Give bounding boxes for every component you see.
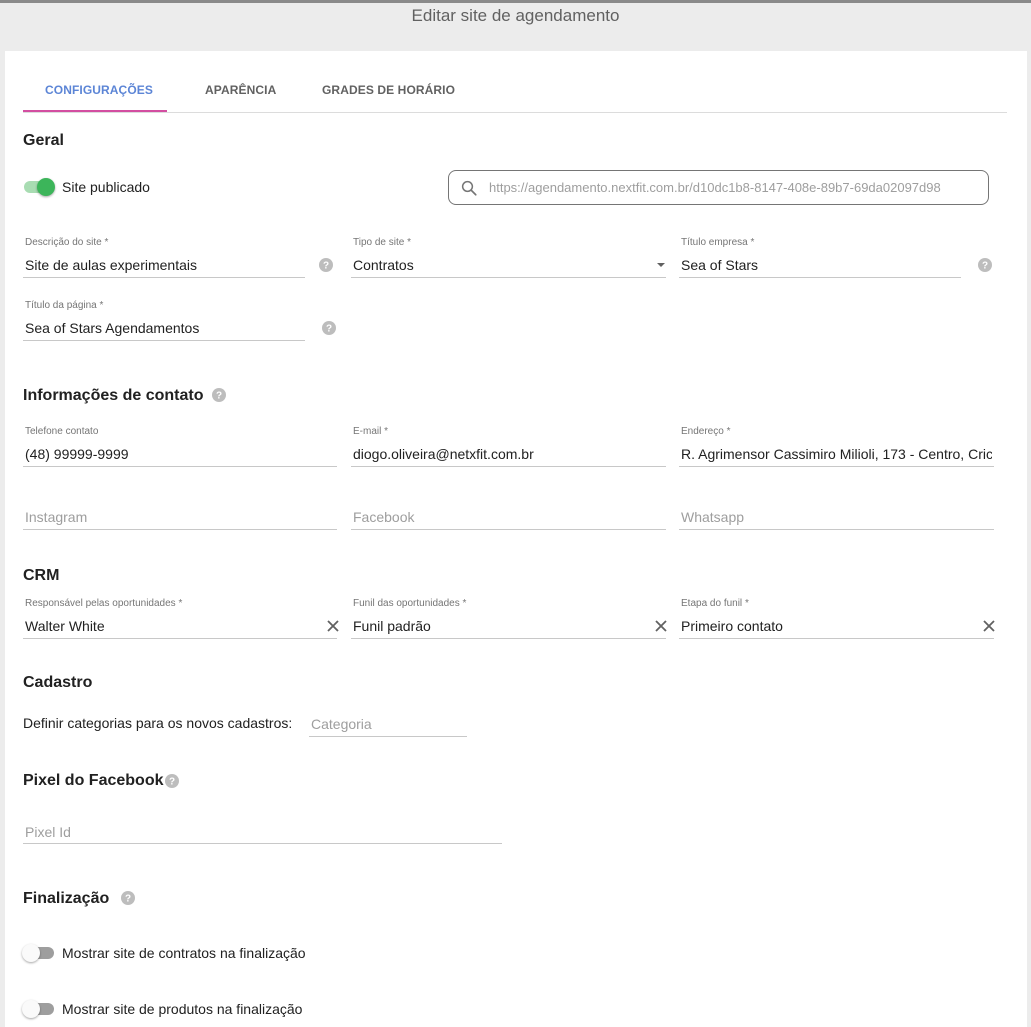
phone-label: Telefone contato bbox=[25, 426, 99, 437]
close-icon[interactable] bbox=[982, 619, 996, 633]
published-toggle-knob[interactable] bbox=[37, 178, 55, 196]
crm-stage-label: Etapa do funil * bbox=[681, 598, 749, 609]
tabs-divider bbox=[23, 112, 1007, 113]
page-title-input[interactable]: Sea of Stars Agendamentos bbox=[25, 320, 303, 336]
crm-funnel-underline bbox=[351, 638, 666, 639]
site-description-input[interactable]: Site de aulas experimentais bbox=[25, 257, 303, 273]
svg-text:?: ? bbox=[982, 261, 988, 272]
site-type-select[interactable]: Contratos bbox=[353, 257, 633, 273]
crm-funnel-select[interactable]: Funil padrão bbox=[353, 618, 643, 634]
email-label: E-mail * bbox=[353, 426, 389, 437]
section-title-contato: Informações de contato bbox=[23, 387, 204, 404]
help-icon[interactable]: ? bbox=[121, 891, 135, 905]
section-title-finalizacao: Finalização bbox=[23, 890, 110, 907]
show-products-toggle-knob[interactable] bbox=[22, 1000, 40, 1018]
crm-funnel-label: Funil das oportunidades * bbox=[353, 598, 467, 609]
address-label: Endereço * bbox=[681, 426, 731, 437]
help-icon[interactable]: ? bbox=[319, 258, 333, 272]
whatsapp-input[interactable]: Whatsapp bbox=[681, 509, 744, 525]
phone-underline bbox=[23, 466, 337, 467]
whatsapp-underline bbox=[679, 529, 994, 530]
site-url-text: https://agendamento.nextfit.com.br/d10dc… bbox=[489, 180, 941, 195]
tab-configuracoes[interactable]: CONFIGURAÇÕES bbox=[45, 83, 153, 97]
page-title-underline bbox=[23, 340, 305, 341]
help-icon[interactable]: ? bbox=[212, 388, 226, 402]
site-description-underline bbox=[23, 277, 305, 278]
site-type-underline bbox=[351, 277, 666, 278]
crm-stage-select[interactable]: Primeiro contato bbox=[681, 618, 971, 634]
facebook-input[interactable]: Facebook bbox=[353, 509, 414, 525]
show-contracts-label: Mostrar site de contratos na finalização bbox=[62, 945, 306, 961]
chevron-down-icon[interactable] bbox=[657, 263, 665, 267]
section-title-cadastro: Cadastro bbox=[23, 674, 93, 691]
svg-text:?: ? bbox=[216, 391, 222, 402]
site-description-label: Descrição do site * bbox=[25, 237, 109, 248]
help-icon[interactable]: ? bbox=[322, 321, 336, 335]
crm-owner-select[interactable]: Walter White bbox=[25, 618, 315, 634]
help-icon[interactable]: ? bbox=[165, 774, 179, 788]
site-type-label: Tipo de site * bbox=[353, 237, 412, 248]
tab-aparencia[interactable]: APARÊNCIA bbox=[205, 83, 276, 97]
category-input[interactable]: Categoria bbox=[311, 716, 372, 732]
company-title-input[interactable]: Sea of Stars bbox=[681, 257, 959, 273]
section-title-crm: CRM bbox=[23, 567, 60, 584]
crm-owner-underline bbox=[23, 638, 337, 639]
published-toggle-label: Site publicado bbox=[62, 179, 150, 195]
section-title-geral: Geral bbox=[23, 132, 64, 149]
crm-stage-underline bbox=[679, 638, 994, 639]
crm-owner-label: Responsável pelas oportunidades * bbox=[25, 598, 183, 609]
email-field[interactable]: diogo.oliveira@netxfit.com.br bbox=[353, 446, 664, 462]
show-contracts-toggle-knob[interactable] bbox=[22, 944, 40, 962]
svg-text:?: ? bbox=[326, 324, 332, 335]
address-input[interactable]: R. Agrimensor Cassimiro Milioli, 173 - C… bbox=[681, 446, 992, 462]
categories-label: Definir categorias para os novos cadastr… bbox=[23, 715, 293, 731]
pixel-id-underline bbox=[23, 843, 502, 844]
page-title-label: Título da página * bbox=[25, 300, 104, 311]
company-title-label: Título empresa * bbox=[681, 237, 755, 248]
help-icon[interactable]: ? bbox=[978, 258, 992, 272]
category-underline bbox=[309, 736, 467, 737]
show-products-label: Mostrar site de produtos na finalização bbox=[62, 1001, 303, 1017]
pixel-id-input[interactable]: Pixel Id bbox=[25, 824, 71, 840]
svg-text:?: ? bbox=[169, 777, 175, 788]
instagram-underline bbox=[23, 529, 337, 530]
address-underline bbox=[679, 466, 994, 467]
phone-input[interactable]: (48) 99999-9999 bbox=[25, 446, 335, 462]
site-url-search-field[interactable]: https://agendamento.nextfit.com.br/d10dc… bbox=[448, 170, 989, 205]
close-icon[interactable] bbox=[326, 619, 340, 633]
close-icon[interactable] bbox=[654, 619, 668, 633]
svg-text:?: ? bbox=[323, 261, 329, 272]
page-title: Editar site de agendamento bbox=[411, 6, 620, 25]
window-top-border bbox=[0, 0, 1031, 3]
search-icon bbox=[461, 180, 477, 196]
facebook-underline bbox=[351, 529, 666, 530]
svg-text:?: ? bbox=[125, 894, 131, 905]
instagram-input[interactable]: Instagram bbox=[25, 509, 87, 525]
section-title-pixel: Pixel do Facebook bbox=[23, 772, 164, 789]
company-title-underline bbox=[679, 277, 961, 278]
tab-grades-de-horario[interactable]: GRADES DE HORÁRIO bbox=[322, 83, 455, 97]
email-underline bbox=[351, 466, 666, 467]
